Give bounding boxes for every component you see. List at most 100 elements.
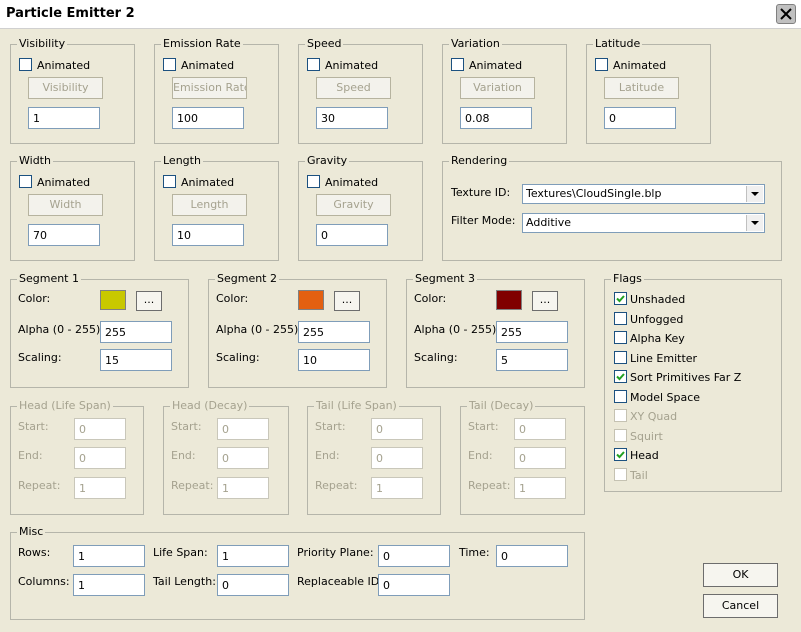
visibility-button[interactable]: Visibility [28,77,103,99]
flag-unshaded-checkbox[interactable] [614,292,627,305]
filter-mode-select[interactable]: Additive [522,213,765,233]
flag-model-space-checkbox[interactable] [614,389,627,403]
close-icon [780,8,792,20]
time-label: Time: [459,546,490,559]
head-life-span-repeat-input[interactable]: 1 [74,477,126,499]
latitude-input[interactable]: 0 [604,107,676,129]
segment-2-alpha-input[interactable]: 255 [298,321,370,343]
tail-life-span-repeat-input[interactable]: 1 [371,477,423,499]
tail-length-label: Tail Length: [153,575,216,588]
length-input[interactable]: 10 [172,224,244,246]
flag-tail-checkbox[interactable] [614,467,627,481]
speed-animated-label: Animated [325,59,379,72]
head-decay-end-input[interactable]: 0 [217,447,269,469]
flag-sort-primitives-far-z-checkbox[interactable] [614,370,627,383]
segment-1-scaling-input[interactable]: 15 [100,349,172,371]
emission-rate-animated-checkbox[interactable] [163,58,176,71]
emission-rate-input[interactable]: 100 [172,107,244,129]
head-life-span-title: Head (Life Span) [17,399,113,412]
variation-button[interactable]: Variation [460,77,535,99]
segment-2-alpha-label: Alpha (0 - 255): [216,323,303,336]
visibility-group-title: Visibility [17,37,68,50]
tail-life-span-end-input[interactable]: 0 [371,447,423,469]
variation-input[interactable]: 0.08 [460,107,532,129]
speed-input[interactable]: 30 [316,107,388,129]
head-life-span-end-input[interactable]: 0 [74,447,126,469]
segment-2-scaling-input[interactable]: 10 [298,349,370,371]
flag-line-emitter-checkbox[interactable] [614,350,627,364]
length-animated-label: Animated [181,176,235,189]
texture-id-dropdown-button[interactable] [746,186,763,202]
filter-mode-value: Additive [526,216,571,229]
flag-xy-quad-checkbox[interactable] [614,409,627,422]
segment-1-title: Segment 1 [17,272,81,285]
flag-alpha-key-checkbox[interactable] [614,331,627,344]
segment-3-color-swatch[interactable] [496,290,522,310]
latitude-animated-checkbox[interactable] [595,58,608,71]
flag-model-space-label: Model Space [630,390,701,404]
misc-group-title: Misc [17,525,46,538]
gravity-button[interactable]: Gravity [316,194,391,216]
segment-3-title: Segment 3 [413,272,477,285]
tail-decay-end-input[interactable]: 0 [514,447,566,469]
segment-2-color-picker-button[interactable]: ... [334,291,360,311]
head-decay-repeat-input[interactable]: 1 [217,477,269,499]
width-animated-checkbox[interactable] [19,175,32,188]
gravity-animated-checkbox[interactable] [307,175,320,188]
emission-rate-animated-label: Animated [181,59,235,72]
replaceable-id-input[interactable]: 0 [378,574,450,596]
segment-3-color-picker-button[interactable]: ... [532,291,558,311]
segment-3-scaling-input[interactable]: 5 [496,349,568,371]
tail-life-span-repeat-label: Repeat: [315,479,358,492]
flags-group-title: Flags [611,272,644,285]
segment-1-color-swatch[interactable] [100,290,126,310]
life-span-input[interactable]: 1 [217,545,289,567]
head-decay-start-input[interactable]: 0 [217,418,269,440]
head-life-span-end-label: End: [18,449,43,462]
visibility-input[interactable]: 1 [28,107,100,129]
rendering-group: Rendering [442,154,782,261]
latitude-button[interactable]: Latitude [604,77,679,99]
gravity-input[interactable]: 0 [316,224,388,246]
length-animated-checkbox[interactable] [163,175,176,188]
flag-tail-label: Tail [630,468,648,482]
segment-1-color-picker-button[interactable]: ... [136,291,162,311]
head-life-span-start-input[interactable]: 0 [74,418,126,440]
flag-squirt-checkbox[interactable] [614,428,627,442]
time-input[interactable]: 0 [496,545,568,567]
texture-id-select[interactable]: Textures\CloudSingle.blp [522,184,765,204]
segment-2-color-swatch[interactable] [298,290,324,310]
speed-button[interactable]: Speed [316,77,391,99]
tail-decay-repeat-input[interactable]: 1 [514,477,566,499]
columns-input[interactable]: 1 [73,574,145,596]
close-button[interactable] [776,4,796,24]
speed-animated-checkbox[interactable] [307,58,320,71]
life-span-label: Life Span: [153,546,208,559]
cancel-button[interactable]: Cancel [703,594,778,618]
segment-1-alpha-input[interactable]: 255 [100,321,172,343]
visibility-animated-checkbox[interactable] [19,58,32,71]
segment-2-scaling-label: Scaling: [216,351,260,364]
length-button[interactable]: Length [172,194,247,216]
width-input[interactable]: 70 [28,224,100,246]
emission-rate-group-title: Emission Rate [161,37,243,50]
flag-unfogged-checkbox[interactable] [614,311,627,325]
tail-decay-repeat-label: Repeat: [468,479,511,492]
head-decay-end-label: End: [171,449,196,462]
filter-mode-dropdown-button[interactable] [746,215,763,231]
flag-head-checkbox[interactable] [614,448,627,461]
head-decay-repeat-label: Repeat: [171,479,214,492]
emission-rate-button[interactable]: Emission Rate [172,77,247,99]
segment-3-alpha-input[interactable]: 255 [496,321,568,343]
variation-animated-checkbox[interactable] [451,58,464,71]
tail-decay-title: Tail (Decay) [467,399,536,412]
segment-3-color-label: Color: [414,292,447,305]
priority-plane-input[interactable]: 0 [378,545,450,567]
width-button[interactable]: Width [28,194,103,216]
tail-life-span-start-input[interactable]: 0 [371,418,423,440]
ok-button[interactable]: OK [703,563,778,587]
tail-length-input[interactable]: 0 [217,574,289,596]
rows-input[interactable]: 1 [73,545,145,567]
tail-decay-start-input[interactable]: 0 [514,418,566,440]
latitude-group-title: Latitude [593,37,643,50]
